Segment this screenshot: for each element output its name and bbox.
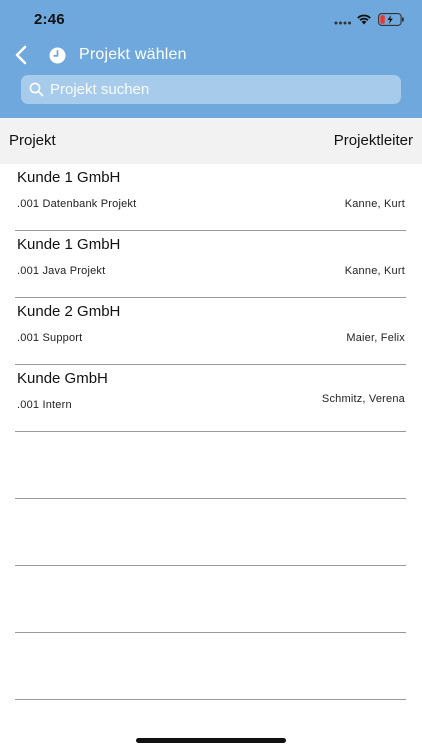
search-icon <box>29 82 44 97</box>
project-name: .001 Datenbank Projekt <box>17 198 137 210</box>
table-header: Projekt Projektleiter <box>0 118 422 164</box>
customer-name: Kunde GmbH <box>17 370 108 387</box>
project-leader: Maier, Felix <box>346 332 405 344</box>
navigation-bar: Projekt wählen <box>0 40 422 72</box>
home-indicator[interactable] <box>136 738 286 743</box>
project-row[interactable]: Kunde 2 GmbH .001 Support Maier, Felix <box>0 298 422 365</box>
search-input[interactable] <box>50 75 390 104</box>
project-row[interactable]: Kunde 1 GmbH .001 Java Projekt Kanne, Ku… <box>0 231 422 298</box>
project-leader: Schmitz, Verena <box>321 393 405 405</box>
empty-row <box>0 432 422 499</box>
empty-row <box>0 633 422 700</box>
project-row[interactable]: Kunde 1 GmbH .001 Datenbank Projekt Kann… <box>0 164 422 231</box>
column-header-project: Projekt <box>9 132 56 149</box>
clock-icon <box>49 47 66 64</box>
cellular-signal-icon <box>334 21 351 25</box>
page-title: Projekt wählen <box>79 46 187 63</box>
project-row[interactable]: Kunde GmbH .001 Intern Schmitz, Verena <box>0 365 422 432</box>
battery-low-icon <box>378 13 404 26</box>
empty-row <box>0 566 422 633</box>
project-name: .001 Intern <box>17 399 72 411</box>
empty-row <box>0 499 422 566</box>
project-name: .001 Java Projekt <box>17 265 106 277</box>
project-name: .001 Support <box>17 332 83 344</box>
customer-name: Kunde 1 GmbH <box>17 169 121 186</box>
status-bar: 2:46 <box>0 0 422 40</box>
app-header: 2:46 Projekt wählen <box>0 0 422 118</box>
column-header-leader: Projektleiter <box>333 132 413 149</box>
back-button[interactable] <box>6 40 36 70</box>
wifi-icon <box>357 14 371 25</box>
customer-name: Kunde 1 GmbH <box>17 236 121 253</box>
project-list: Kunde 1 GmbH .001 Datenbank Projekt Kann… <box>0 164 422 700</box>
project-leader: Kanne, Kurt <box>344 265 405 277</box>
project-leader: Kanne, Kurt <box>344 198 405 210</box>
search-bar[interactable] <box>21 75 401 104</box>
status-time: 2:46 <box>34 11 65 28</box>
customer-name: Kunde 2 GmbH <box>17 303 121 320</box>
chevron-left-icon <box>15 45 27 65</box>
